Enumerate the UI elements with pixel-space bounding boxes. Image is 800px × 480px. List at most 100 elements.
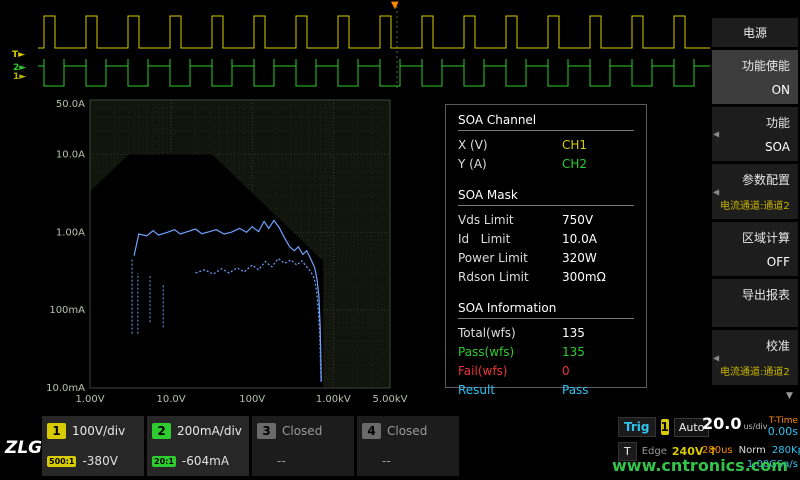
row-value: 320W xyxy=(562,251,597,265)
svg-text:100V: 100V xyxy=(239,394,265,405)
channel-1-badge: 1 xyxy=(47,423,66,439)
channel-1-status[interactable]: 1 100V/div 500:1 -380V xyxy=(42,416,144,476)
chevron-left-icon: ◀ xyxy=(713,353,719,362)
timebase-scale[interactable]: 20.0 xyxy=(702,416,741,432)
soa-row-vds-limit: Vds Limit750V xyxy=(458,213,634,227)
menu-item-export-report[interactable]: 导出报表 xyxy=(712,279,798,327)
soa-row-power-limit: Power Limit320W xyxy=(458,251,634,265)
timebase-unit: us/div xyxy=(743,422,767,432)
channel-scale: 200mA/div xyxy=(177,424,242,438)
t-time-value: 0.00s xyxy=(768,426,798,438)
acquisition-mode[interactable]: Norm xyxy=(739,445,766,456)
svg-text:10.0V: 10.0V xyxy=(157,394,186,405)
menu-item-calibration[interactable]: ◀ 校准 电流通道:通道2 校 xyxy=(712,330,798,385)
time-window: 280us xyxy=(702,445,733,456)
probe-ratio-badge xyxy=(257,460,271,462)
menu-value: OFF xyxy=(720,255,790,269)
menu-label: 校准 xyxy=(720,337,790,354)
channel-offset: -- xyxy=(277,454,286,468)
menu-label: 电源 xyxy=(720,24,790,41)
trigger-status-cluster: Trig 1 Auto T Edge 240V ↑ xyxy=(618,417,702,461)
memory-depth: 280Kpts xyxy=(772,445,800,456)
channel-3-badge: 3 xyxy=(257,423,276,439)
row-value: 750V xyxy=(562,213,593,227)
row-value: CH2 xyxy=(562,157,587,171)
watermark: www.cntronics.com xyxy=(612,456,788,475)
channel-offset: -380V xyxy=(82,454,117,468)
row-label: Total(wfs) xyxy=(458,326,562,340)
svg-text:50.0A: 50.0A xyxy=(56,99,85,110)
oscilloscope-screen: ▼ T► 2► 1► 50.0A10.0A1.00A100mA10.0mA1.0… xyxy=(0,0,800,480)
svg-text:5.00kV: 5.00kV xyxy=(373,394,408,405)
row-label: Fail(wfs) xyxy=(458,364,562,378)
row-value: 135 xyxy=(562,345,585,359)
menu-item-power[interactable]: 电源 xyxy=(712,18,798,47)
menu-label: 参数配置 xyxy=(720,171,790,188)
menu-item-area-calc[interactable]: 区域计算 OFF xyxy=(712,222,798,276)
menu-item-function-enable[interactable]: 功能使能 ON xyxy=(712,50,798,104)
row-value: 135 xyxy=(562,326,585,340)
channel-scale: 100V/div xyxy=(72,424,125,438)
menu-label: 导出报表 xyxy=(720,286,790,303)
menu-subtext: 电流通道:通道2 校 xyxy=(720,363,790,378)
trigger-level-marker[interactable]: T► xyxy=(12,51,25,60)
soa-row-result: ResultPass xyxy=(458,383,634,397)
svg-text:1.00A: 1.00A xyxy=(56,227,85,238)
row-label: Result xyxy=(458,383,562,397)
soa-mask-title: SOA Mask xyxy=(458,188,634,206)
svg-text:10.0mA: 10.0mA xyxy=(46,383,85,394)
marker-arrow-icon: ► xyxy=(18,50,25,60)
channel-scale: Closed xyxy=(282,424,322,438)
svg-text:1.00V: 1.00V xyxy=(75,394,104,405)
menu-item-param-config[interactable]: ◀ 参数配置 电流通道:通道2 坐 xyxy=(712,164,798,219)
menu-value: SOA xyxy=(720,140,790,154)
row-value: 0 xyxy=(562,364,570,378)
menu-label: 区域计算 xyxy=(720,229,790,246)
soa-results-panel: SOA Channel X (V)CH1 Y (A)CH2 SOA Mask V… xyxy=(445,104,647,388)
soa-row-rdson-limit: Rdson Limit300mΩ xyxy=(458,270,634,284)
row-label: Id Limit xyxy=(458,232,562,246)
soa-row-id-limit: Id Limit10.0A xyxy=(458,232,634,246)
menu-label: 功能使能 xyxy=(720,57,790,74)
probe-ratio-badge: 20:1 xyxy=(152,456,176,467)
chevron-left-icon: ◀ xyxy=(713,187,719,196)
soa-row-x-channel: X (V)CH1 xyxy=(458,138,634,152)
soa-channel-title: SOA Channel xyxy=(458,113,634,131)
channel-scale: Closed xyxy=(387,424,427,438)
channel-offset: -604mA xyxy=(182,454,229,468)
soa-row-pass: Pass(wfs)135 xyxy=(458,345,634,359)
channel-2-badge: 2 xyxy=(152,423,171,439)
chevron-left-icon: ◀ xyxy=(713,130,719,139)
svg-text:10.0A: 10.0A xyxy=(56,149,85,160)
channel-2-status[interactable]: 2 200mA/div 20:1 -604mA xyxy=(147,416,249,476)
trigger-position-marker[interactable]: ▼ xyxy=(391,1,399,11)
row-label: X (V) xyxy=(458,138,562,152)
probe-ratio-badge xyxy=(362,460,376,462)
menu-value: ON xyxy=(720,83,790,97)
row-label: Rdson Limit xyxy=(458,270,562,284)
channel-1-position-marker[interactable]: 1► xyxy=(13,73,26,82)
row-value: CH1 xyxy=(562,138,587,152)
soa-row-total: Total(wfs)135 xyxy=(458,326,634,340)
row-value: 10.0A xyxy=(562,232,597,246)
row-label: Y (A) xyxy=(458,157,562,171)
menu-sidebar: 电源 功能使能 ON ◀ 功能 SOA ◀ 参数配置 电流通道:通道2 坐 区域… xyxy=(712,18,798,388)
menu-subtext: 电流通道:通道2 坐 xyxy=(720,197,790,212)
trigger-source-badge[interactable]: 1 xyxy=(661,419,669,435)
soa-row-fail: Fail(wfs)0 xyxy=(458,364,634,378)
menu-scroll-down-icon[interactable]: ▼ xyxy=(786,391,793,401)
marker-arrow-icon: ► xyxy=(19,72,26,82)
top-waveform-strip xyxy=(38,6,710,90)
trig-label[interactable]: Trig xyxy=(618,417,656,437)
probe-ratio-badge: 500:1 xyxy=(47,456,76,467)
svg-text:1.00kV: 1.00kV xyxy=(316,394,351,405)
channel-4-badge: 4 xyxy=(362,423,381,439)
channel-offset: -- xyxy=(382,454,391,468)
menu-item-function[interactable]: ◀ 功能 SOA xyxy=(712,107,798,161)
soa-row-y-channel: Y (A)CH2 xyxy=(458,157,634,171)
row-label: Vds Limit xyxy=(458,213,562,227)
row-label: Pass(wfs) xyxy=(458,345,562,359)
channel-3-status[interactable]: 3 Closed -- xyxy=(252,416,354,476)
row-value: 300mΩ xyxy=(562,270,606,284)
channel-4-status[interactable]: 4 Closed -- xyxy=(357,416,459,476)
